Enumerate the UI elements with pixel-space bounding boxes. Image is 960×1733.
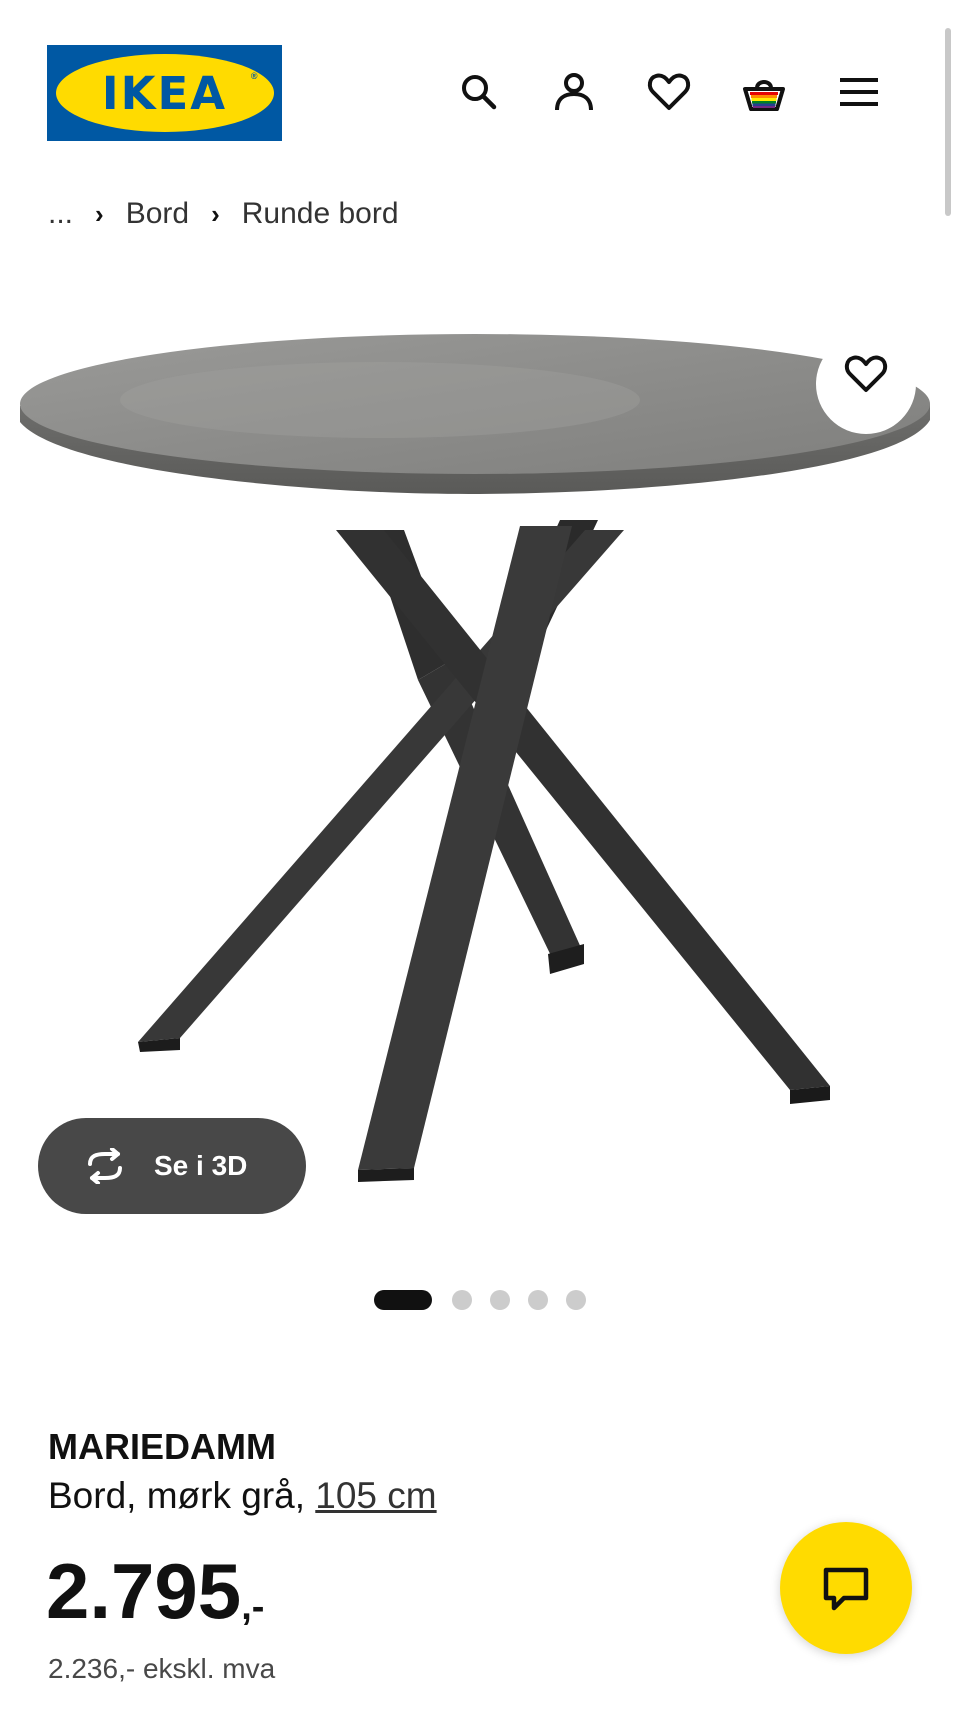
carousel-dot[interactable] [490, 1290, 510, 1310]
view-in-3d-button[interactable]: Se i 3D [38, 1118, 306, 1214]
basket-icon[interactable] [738, 66, 790, 118]
product-price: 2.795 ,- [46, 1552, 264, 1630]
add-to-favourites-button[interactable] [816, 334, 916, 434]
breadcrumb-item-runde-bord[interactable]: Runde bord [242, 197, 399, 231]
product-name: MARIEDAMM [48, 1426, 276, 1467]
account-icon[interactable] [548, 66, 600, 118]
product-page: IKEA ® ... › Bord › Runde bord Se i 3D M… [0, 0, 960, 1733]
carousel-dot[interactable] [566, 1290, 586, 1310]
product-image[interactable] [0, 330, 960, 1200]
header: IKEA ® [0, 0, 960, 160]
breadcrumb: ... › Bord › Runde bord [48, 194, 399, 234]
header-icons [0, 66, 960, 118]
carousel-dot[interactable] [374, 1290, 432, 1310]
carousel-dots [374, 1289, 604, 1311]
product-description: Bord, mørk grå, 105 cm [48, 1475, 437, 1517]
view-in-3d-label: Se i 3D [154, 1150, 248, 1181]
menu-icon[interactable] [833, 66, 885, 118]
carousel-dot[interactable] [452, 1290, 472, 1310]
breadcrumb-ellipsis[interactable]: ... [48, 197, 73, 231]
search-icon[interactable] [453, 66, 505, 118]
table-illustration [20, 334, 930, 1182]
carousel-dot[interactable] [528, 1290, 548, 1310]
price-suffix: ,- [241, 1586, 265, 1628]
chevron-right-icon: › [211, 198, 220, 229]
breadcrumb-item-bord[interactable]: Bord [126, 197, 189, 231]
chevron-right-icon: › [95, 198, 104, 229]
product-size-link[interactable]: 105 cm [315, 1475, 436, 1516]
chat-button[interactable] [780, 1522, 912, 1654]
product-description-text: Bord, mørk grå, [48, 1475, 316, 1516]
heart-icon [844, 355, 888, 392]
price-main: 2.795 [46, 1547, 242, 1635]
rotate-3d-icon [88, 1148, 122, 1184]
heart-icon[interactable] [643, 66, 695, 118]
chat-icon [823, 1567, 869, 1611]
price-ex-vat: 2.236,- ekskl. mva [48, 1653, 276, 1684]
